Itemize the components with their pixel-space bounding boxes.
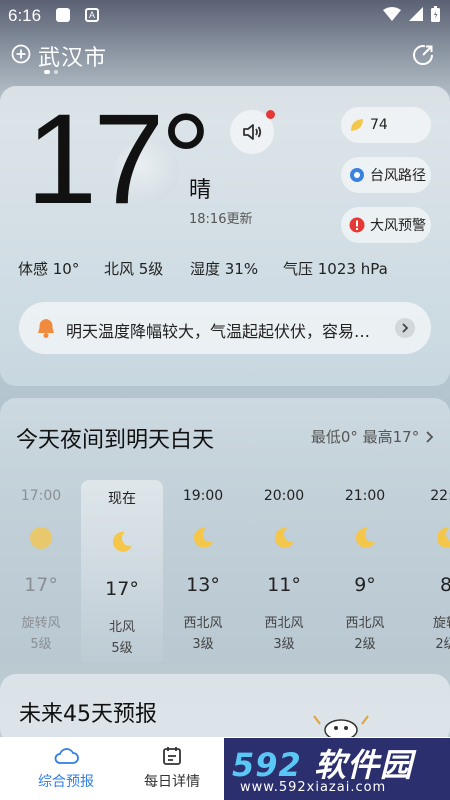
watermark-digits: 592 [232, 746, 302, 784]
hour-wind-level: 5级 [111, 641, 133, 656]
status-time: 6:16 [8, 6, 42, 25]
typhoon-label: 台风路径 [370, 168, 426, 184]
tab-overview[interactable]: 综合预报 [16, 745, 116, 791]
top-bar: 武汉市 [0, 36, 450, 76]
sun-icon [30, 527, 52, 549]
hour-temp: 17° [105, 578, 139, 600]
pressure: 气压 1023 hPa [283, 260, 388, 278]
tab-daily[interactable]: 每日详情 [122, 745, 222, 791]
hour-column: 20:00 11° 西北风 3级 [244, 488, 324, 652]
hour-wind-level: 2级 [354, 637, 376, 652]
hourly-title: 今天夜间到明天白天 [16, 428, 215, 453]
hour-wind-dir: 西北风 [264, 616, 304, 631]
typhoon-icon [350, 168, 364, 182]
aqi-value: 74 [370, 117, 388, 133]
update-time: 18:16更新 [189, 212, 253, 227]
hour-time: 22:0 [430, 488, 450, 504]
notification-dot [266, 110, 275, 119]
hourly-forecast-card: 今天夜间到明天白天 最低0° 最高17° 17:00 17° 旋转风 5级 现在 17° 北… [0, 398, 450, 662]
hour-temp: 8 [439, 574, 450, 596]
hour-column: 现在 17° 北风 5级 [82, 488, 162, 656]
aqi-badge[interactable]: 74 [341, 107, 431, 143]
wind-alert-button[interactable]: 大风预警 [341, 207, 431, 243]
hour-temp: 9° [354, 574, 376, 596]
hour-temp: 11° [267, 574, 301, 596]
hour-wind-level: 3级 [192, 637, 214, 652]
moon-icon [436, 527, 450, 548]
hour-wind-dir: 西北风 [345, 616, 385, 631]
notification-icon [56, 8, 70, 22]
city-name[interactable]: 武汉市 [38, 40, 107, 72]
moon-icon [274, 527, 294, 548]
watermark-logo: 592 软件园 www.592xiazai.com [224, 738, 450, 800]
warning-icon [349, 217, 365, 233]
page-indicator [44, 70, 58, 74]
feels-like: 体感 10° [18, 260, 80, 278]
hour-temp: 17° [24, 574, 58, 596]
watermark-text: 软件园 [313, 746, 413, 784]
hour-time: 现在 [108, 491, 136, 507]
battery-icon [431, 6, 440, 22]
hour-wind-level: 2级 [435, 637, 450, 652]
leaf-icon [351, 119, 363, 131]
mascot-icon [313, 715, 369, 740]
hour-column: 19:00 13° 西北风 3级 [163, 488, 243, 652]
moon-icon [355, 527, 375, 548]
weather-tip-banner[interactable]: 明天温度降幅较大，气温起起伏伏，容易… [19, 302, 431, 354]
moon-icon [193, 527, 213, 548]
hour-wind-dir: 北风 [108, 620, 135, 635]
cloud-icon [54, 748, 79, 764]
forecast-45-title: 未来45天预报 [19, 702, 157, 727]
hour-time: 19:00 [182, 488, 224, 504]
hour-time: 17:00 [20, 488, 62, 504]
typhoon-path-button[interactable]: 台风路径 [341, 157, 431, 193]
hour-column: 22:0 8 旋转 2级 [406, 488, 450, 652]
wind-alert-label: 大风预警 [370, 218, 426, 234]
hour-wind-dir: 旋转风 [21, 616, 61, 631]
hour-wind-dir: 旋转 [432, 616, 450, 631]
hour-time: 20:00 [263, 488, 305, 504]
tab-overview-label: 综合预报 [38, 774, 94, 790]
hour-temp: 13° [186, 574, 220, 596]
status-bar: 6:16 A [0, 0, 450, 32]
hour-wind-dir: 西北风 [183, 616, 223, 631]
tip-text: 明天温度降幅较大，气温起起伏伏，容易… [66, 322, 371, 341]
add-city-icon[interactable] [11, 44, 31, 64]
humidity: 湿度 31% [190, 260, 259, 278]
watermark-url: www.592xiazai.com [240, 780, 387, 795]
share-icon[interactable] [410, 42, 436, 68]
hour-wind-level: 5级 [30, 637, 52, 652]
hour-column: 17:00 17° 旋转风 5级 [1, 488, 81, 652]
bell-icon [38, 319, 54, 338]
hour-wind-level: 3级 [273, 637, 295, 652]
temp-range-text: 最低0° 最高17° [310, 428, 420, 446]
wifi-icon [383, 7, 401, 21]
current-temperature: 17° [26, 88, 212, 231]
chevron-right-icon [426, 431, 434, 443]
temp-range[interactable]: 最低0° 最高17° [311, 426, 434, 447]
weather-condition: 晴 [189, 178, 212, 203]
wind: 北风 5级 [104, 260, 164, 278]
signal-icon [409, 7, 423, 21]
forecast-45-card[interactable]: 未来45天预报 [0, 674, 450, 744]
hour-column: 21:00 9° 西北风 2级 [325, 488, 405, 652]
moon-icon [112, 531, 132, 552]
hour-time: 21:00 [344, 488, 386, 504]
chevron-right-icon [395, 318, 415, 338]
a-icon: A [85, 8, 99, 22]
tab-daily-label: 每日详情 [144, 774, 200, 790]
speaker-icon [243, 124, 262, 140]
calendar-icon [163, 747, 181, 765]
